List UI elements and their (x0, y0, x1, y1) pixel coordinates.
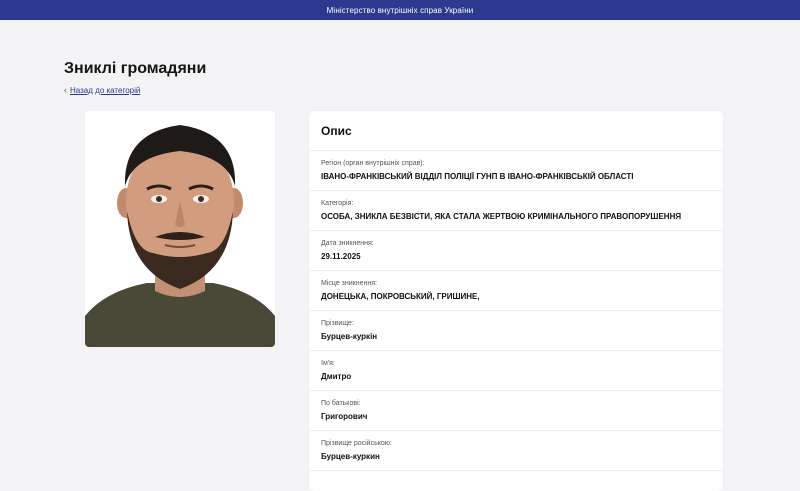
field-label: Регіон (орган внутрішніх справ): (321, 160, 425, 167)
field-disappearance-date: Дата зникнення: 29.11.2025 (309, 231, 723, 271)
field-value: Бурцев-куркин (321, 452, 380, 461)
field-label: Місце зникнення: (321, 280, 377, 287)
field-region: Регіон (орган внутрішніх справ): ІВАНО-Ф… (309, 151, 723, 191)
ministry-title: Міністерство внутрішніх справ України (326, 5, 474, 15)
chevron-left-icon: ‹ (64, 85, 67, 95)
description-card: Опис Регіон (орган внутрішніх справ): ІВ… (309, 111, 723, 491)
field-category: Категорія: ОСОБА, ЗНИКЛА БЕЗВІСТИ, ЯКА С… (309, 191, 723, 231)
breadcrumb: ‹ Назад до категорій (64, 85, 140, 95)
ministry-header-bar: Міністерство внутрішніх справ України (0, 0, 800, 20)
field-value: Григорович (321, 412, 368, 421)
field-value: Дмитро (321, 372, 352, 381)
field-first-name: Ім'я: Дмитро (309, 351, 723, 391)
field-label: Категорія: (321, 200, 354, 207)
field-label: Прізвище: (321, 320, 354, 327)
field-value: ІВАНО-ФРАНКІВСЬКИЙ ВІДДІЛ ПОЛІЦІЇ ГУНП В… (321, 172, 634, 181)
field-patronymic: По батькові: Григорович (309, 391, 723, 431)
page-title: Зниклі громадяни (64, 60, 207, 77)
field-disappearance-place: Місце зникнення: ДОНЕЦЬКА, ПОКРОВСЬКИЙ, … (309, 271, 723, 311)
field-label: Прізвище російською: (321, 440, 392, 447)
field-value: Бурцев-куркін (321, 332, 378, 341)
field-label: Дата зникнення: (321, 240, 374, 247)
description-card-title: Опис (309, 111, 723, 151)
field-value: ОСОБА, ЗНИКЛА БЕЗВІСТИ, ЯКА СТАЛА ЖЕРТВО… (321, 212, 682, 221)
missing-person-photo (85, 111, 275, 347)
field-label: Ім'я: (321, 360, 335, 367)
field-value: ДОНЕЦЬКА, ПОКРОВСЬКИЙ, ГРИШИНЕ, (321, 292, 480, 301)
field-label: По батькові: (321, 400, 361, 407)
person-photo-icon (85, 111, 275, 347)
back-to-categories-link[interactable]: Назад до категорій (70, 86, 140, 95)
field-surname-russian: Прізвище російською: Бурцев-куркин (309, 431, 723, 471)
field-surname: Прізвище: Бурцев-куркін (309, 311, 723, 351)
field-value: 29.11.2025 (321, 252, 361, 261)
